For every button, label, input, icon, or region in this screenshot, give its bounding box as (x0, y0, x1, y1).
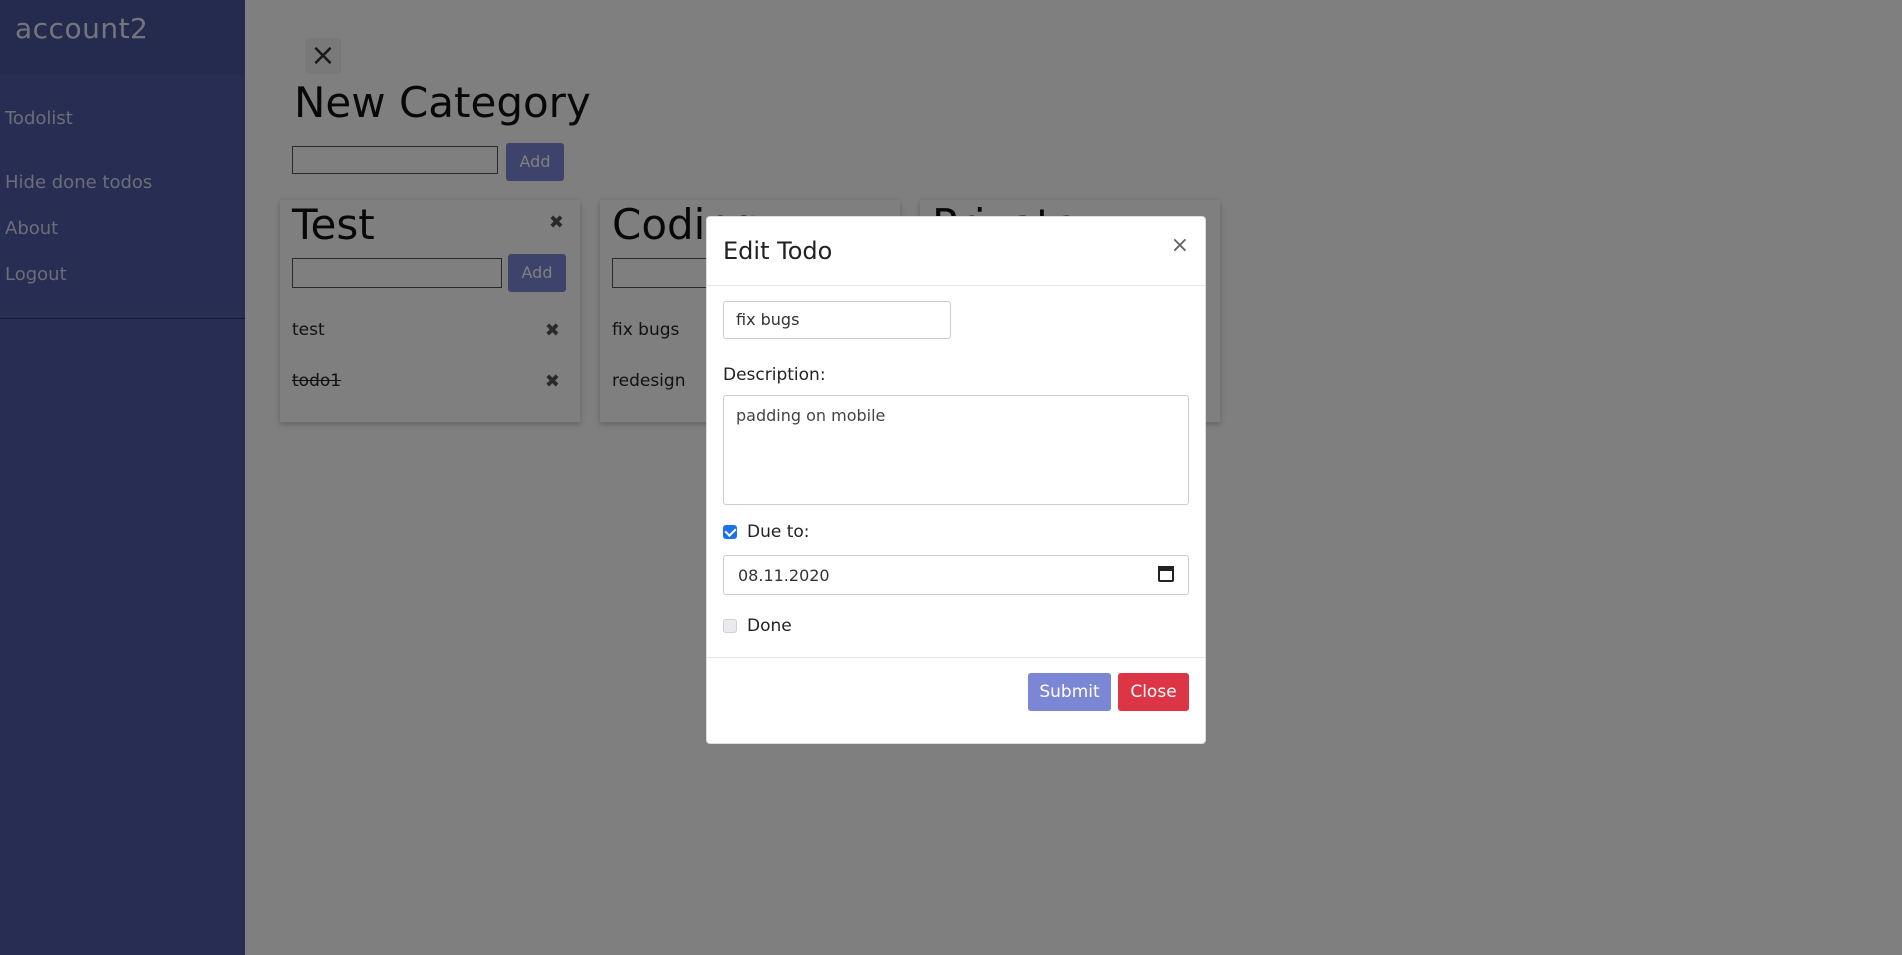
done-label: Done (747, 616, 792, 636)
description-label: Description: (723, 365, 826, 385)
due-date-input[interactable]: 08.11.2020 (723, 555, 1189, 595)
modal-header: Edit Todo × (707, 217, 1205, 286)
edit-todo-modal: Edit Todo × fix bugs Description: paddin… (706, 216, 1206, 744)
due-date-value: 08.11.2020 (738, 566, 830, 585)
close-icon[interactable]: × (1171, 233, 1189, 258)
due-checkbox[interactable] (723, 524, 737, 539)
close-button[interactable]: Close (1118, 673, 1189, 711)
check-icon (724, 524, 737, 538)
modal-title: Edit Todo (723, 237, 833, 265)
due-label: Due to: (747, 522, 810, 542)
description-textarea[interactable]: padding on mobile (723, 395, 1189, 505)
todo-title-input[interactable]: fix bugs (723, 301, 951, 339)
modal-footer-divider (707, 657, 1205, 658)
submit-button[interactable]: Submit (1028, 673, 1111, 711)
calendar-icon[interactable] (1158, 566, 1174, 582)
done-checkbox[interactable] (723, 619, 737, 633)
